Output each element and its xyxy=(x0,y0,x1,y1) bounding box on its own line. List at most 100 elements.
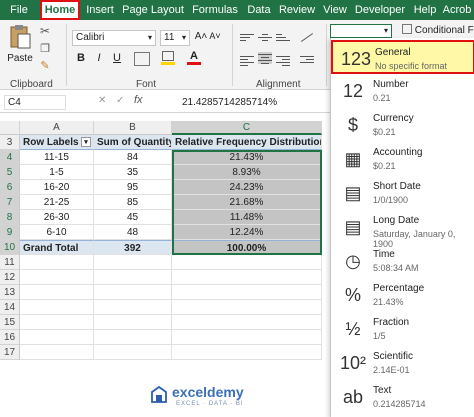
font-color-icon[interactable]: A xyxy=(186,50,202,66)
row-header[interactable]: 17 xyxy=(0,345,20,360)
font-name-select[interactable]: Calibri ▾ xyxy=(72,30,156,46)
column-header-c[interactable]: C xyxy=(172,121,322,135)
row-header[interactable]: 4 xyxy=(0,150,20,165)
row-header[interactable]: 6 xyxy=(0,180,20,195)
table-cell[interactable]: 45 xyxy=(94,210,172,225)
format-option-6[interactable]: ◷ Time 5:08:34 AM xyxy=(331,244,474,278)
empty-cell[interactable] xyxy=(172,315,322,330)
grow-font-button[interactable]: A˄ xyxy=(194,31,208,42)
row-header[interactable]: 7 xyxy=(0,195,20,210)
pivot-header-cell[interactable]: Sum of Quantity xyxy=(94,135,172,150)
filter-dropdown-icon[interactable]: ▾ xyxy=(81,137,91,147)
copy-icon[interactable]: ❐ xyxy=(38,42,52,56)
fill-color-icon[interactable] xyxy=(160,51,176,67)
grand-total-cell[interactable]: Grand Total xyxy=(20,240,94,255)
table-cell[interactable]: 8.93% xyxy=(172,165,322,180)
grand-total-cell[interactable]: 100.00% xyxy=(172,240,322,255)
tab-data[interactable]: Data xyxy=(244,0,274,20)
empty-cell[interactable] xyxy=(172,270,322,285)
tab-page-layout[interactable]: Page Layout xyxy=(122,0,184,20)
row-header[interactable]: 10 xyxy=(0,240,20,255)
column-header-b[interactable]: B xyxy=(94,121,172,135)
empty-cell[interactable] xyxy=(172,285,322,300)
empty-cell[interactable] xyxy=(94,345,172,360)
align-bottom-icon[interactable] xyxy=(276,32,290,44)
table-cell[interactable]: 21-25 xyxy=(20,195,94,210)
row-header[interactable]: 12 xyxy=(0,270,20,285)
tab-acrobat[interactable]: Acrob xyxy=(440,0,474,20)
tab-developer[interactable]: Developer xyxy=(354,0,406,20)
paste-button[interactable]: Paste xyxy=(6,24,34,64)
format-option-7[interactable]: % Percentage 21.43% xyxy=(331,278,474,312)
table-cell[interactable]: 48 xyxy=(94,225,172,240)
empty-cell[interactable] xyxy=(20,315,94,330)
tab-file[interactable]: File xyxy=(4,0,34,20)
indent-icon[interactable] xyxy=(300,54,314,66)
table-cell[interactable]: 24.23% xyxy=(172,180,322,195)
format-option-0[interactable]: 123 General No specific format xyxy=(331,40,474,74)
table-cell[interactable]: 12.24% xyxy=(172,225,322,240)
empty-cell[interactable] xyxy=(94,330,172,345)
tab-formulas[interactable]: Formulas xyxy=(190,0,240,20)
format-painter-icon[interactable]: ✎ xyxy=(38,59,52,73)
insert-function-button[interactable]: fx xyxy=(134,94,143,106)
empty-cell[interactable] xyxy=(172,345,322,360)
table-cell[interactable]: 21.68% xyxy=(172,195,322,210)
row-header[interactable]: 15 xyxy=(0,315,20,330)
table-cell[interactable]: 6-10 xyxy=(20,225,94,240)
empty-cell[interactable] xyxy=(20,345,94,360)
row-header[interactable]: 3 xyxy=(0,135,20,150)
format-option-8[interactable]: ½ Fraction 1/5 xyxy=(331,312,474,346)
row-header[interactable]: 9 xyxy=(0,225,20,240)
format-option-9[interactable]: 10² Scientific 2.14E-01 xyxy=(331,346,474,380)
table-cell[interactable]: 84 xyxy=(94,150,172,165)
row-header[interactable]: 16 xyxy=(0,330,20,345)
column-header-a[interactable]: A xyxy=(20,121,94,135)
align-right-icon[interactable] xyxy=(276,54,290,66)
align-left-icon[interactable] xyxy=(240,54,254,66)
format-option-5[interactable]: ▤ Long Date Saturday, January 0, 1900 xyxy=(331,210,474,249)
table-cell[interactable]: 26-30 xyxy=(20,210,94,225)
format-option-3[interactable]: ▦ Accounting $0.21 xyxy=(331,142,474,176)
table-cell[interactable]: 21.43% xyxy=(172,150,322,165)
conditional-formatting-button[interactable]: Conditional For xyxy=(402,24,474,38)
align-middle-icon[interactable] xyxy=(258,32,272,44)
borders-icon[interactable] xyxy=(134,52,150,66)
cut-icon[interactable]: ✂ xyxy=(38,24,52,38)
tab-insert[interactable]: Insert xyxy=(84,0,116,20)
row-header[interactable]: 5 xyxy=(0,165,20,180)
format-option-4[interactable]: ▤ Short Date 1/0/1900 xyxy=(331,176,474,210)
number-format-select[interactable]: ▾ xyxy=(330,24,392,38)
empty-cell[interactable] xyxy=(20,270,94,285)
empty-cell[interactable] xyxy=(20,330,94,345)
table-cell[interactable]: 11-15 xyxy=(20,150,94,165)
empty-cell[interactable] xyxy=(172,300,322,315)
empty-cell[interactable] xyxy=(172,255,322,270)
tab-home[interactable]: Home xyxy=(40,0,80,20)
enter-check-icon[interactable]: ✓ xyxy=(116,95,124,106)
font-size-select[interactable]: 11 ▾ xyxy=(160,30,190,46)
table-cell[interactable]: 35 xyxy=(94,165,172,180)
table-cell[interactable]: 95 xyxy=(94,180,172,195)
empty-cell[interactable] xyxy=(172,330,322,345)
empty-cell[interactable] xyxy=(94,255,172,270)
table-cell[interactable]: 1-5 xyxy=(20,165,94,180)
empty-cell[interactable] xyxy=(94,300,172,315)
empty-cell[interactable] xyxy=(94,315,172,330)
format-option-10[interactable]: ab Text 0.214285714 xyxy=(331,380,474,414)
row-header[interactable]: 14 xyxy=(0,300,20,315)
empty-cell[interactable] xyxy=(20,285,94,300)
empty-cell[interactable] xyxy=(20,255,94,270)
grand-total-cell[interactable]: 392 xyxy=(94,240,172,255)
empty-cell[interactable] xyxy=(94,285,172,300)
align-center-icon[interactable] xyxy=(258,52,272,64)
tab-help[interactable]: Help xyxy=(410,0,440,20)
align-top-icon[interactable] xyxy=(240,32,254,44)
pivot-header-cell[interactable]: Relative Frequency Distribution xyxy=(172,135,322,150)
name-box[interactable]: C4 xyxy=(4,95,66,110)
tab-view[interactable]: View xyxy=(320,0,350,20)
empty-cell[interactable] xyxy=(20,300,94,315)
row-header[interactable]: 11 xyxy=(0,255,20,270)
cancel-icon[interactable]: ✕ xyxy=(98,95,106,106)
orientation-icon[interactable] xyxy=(300,32,314,44)
